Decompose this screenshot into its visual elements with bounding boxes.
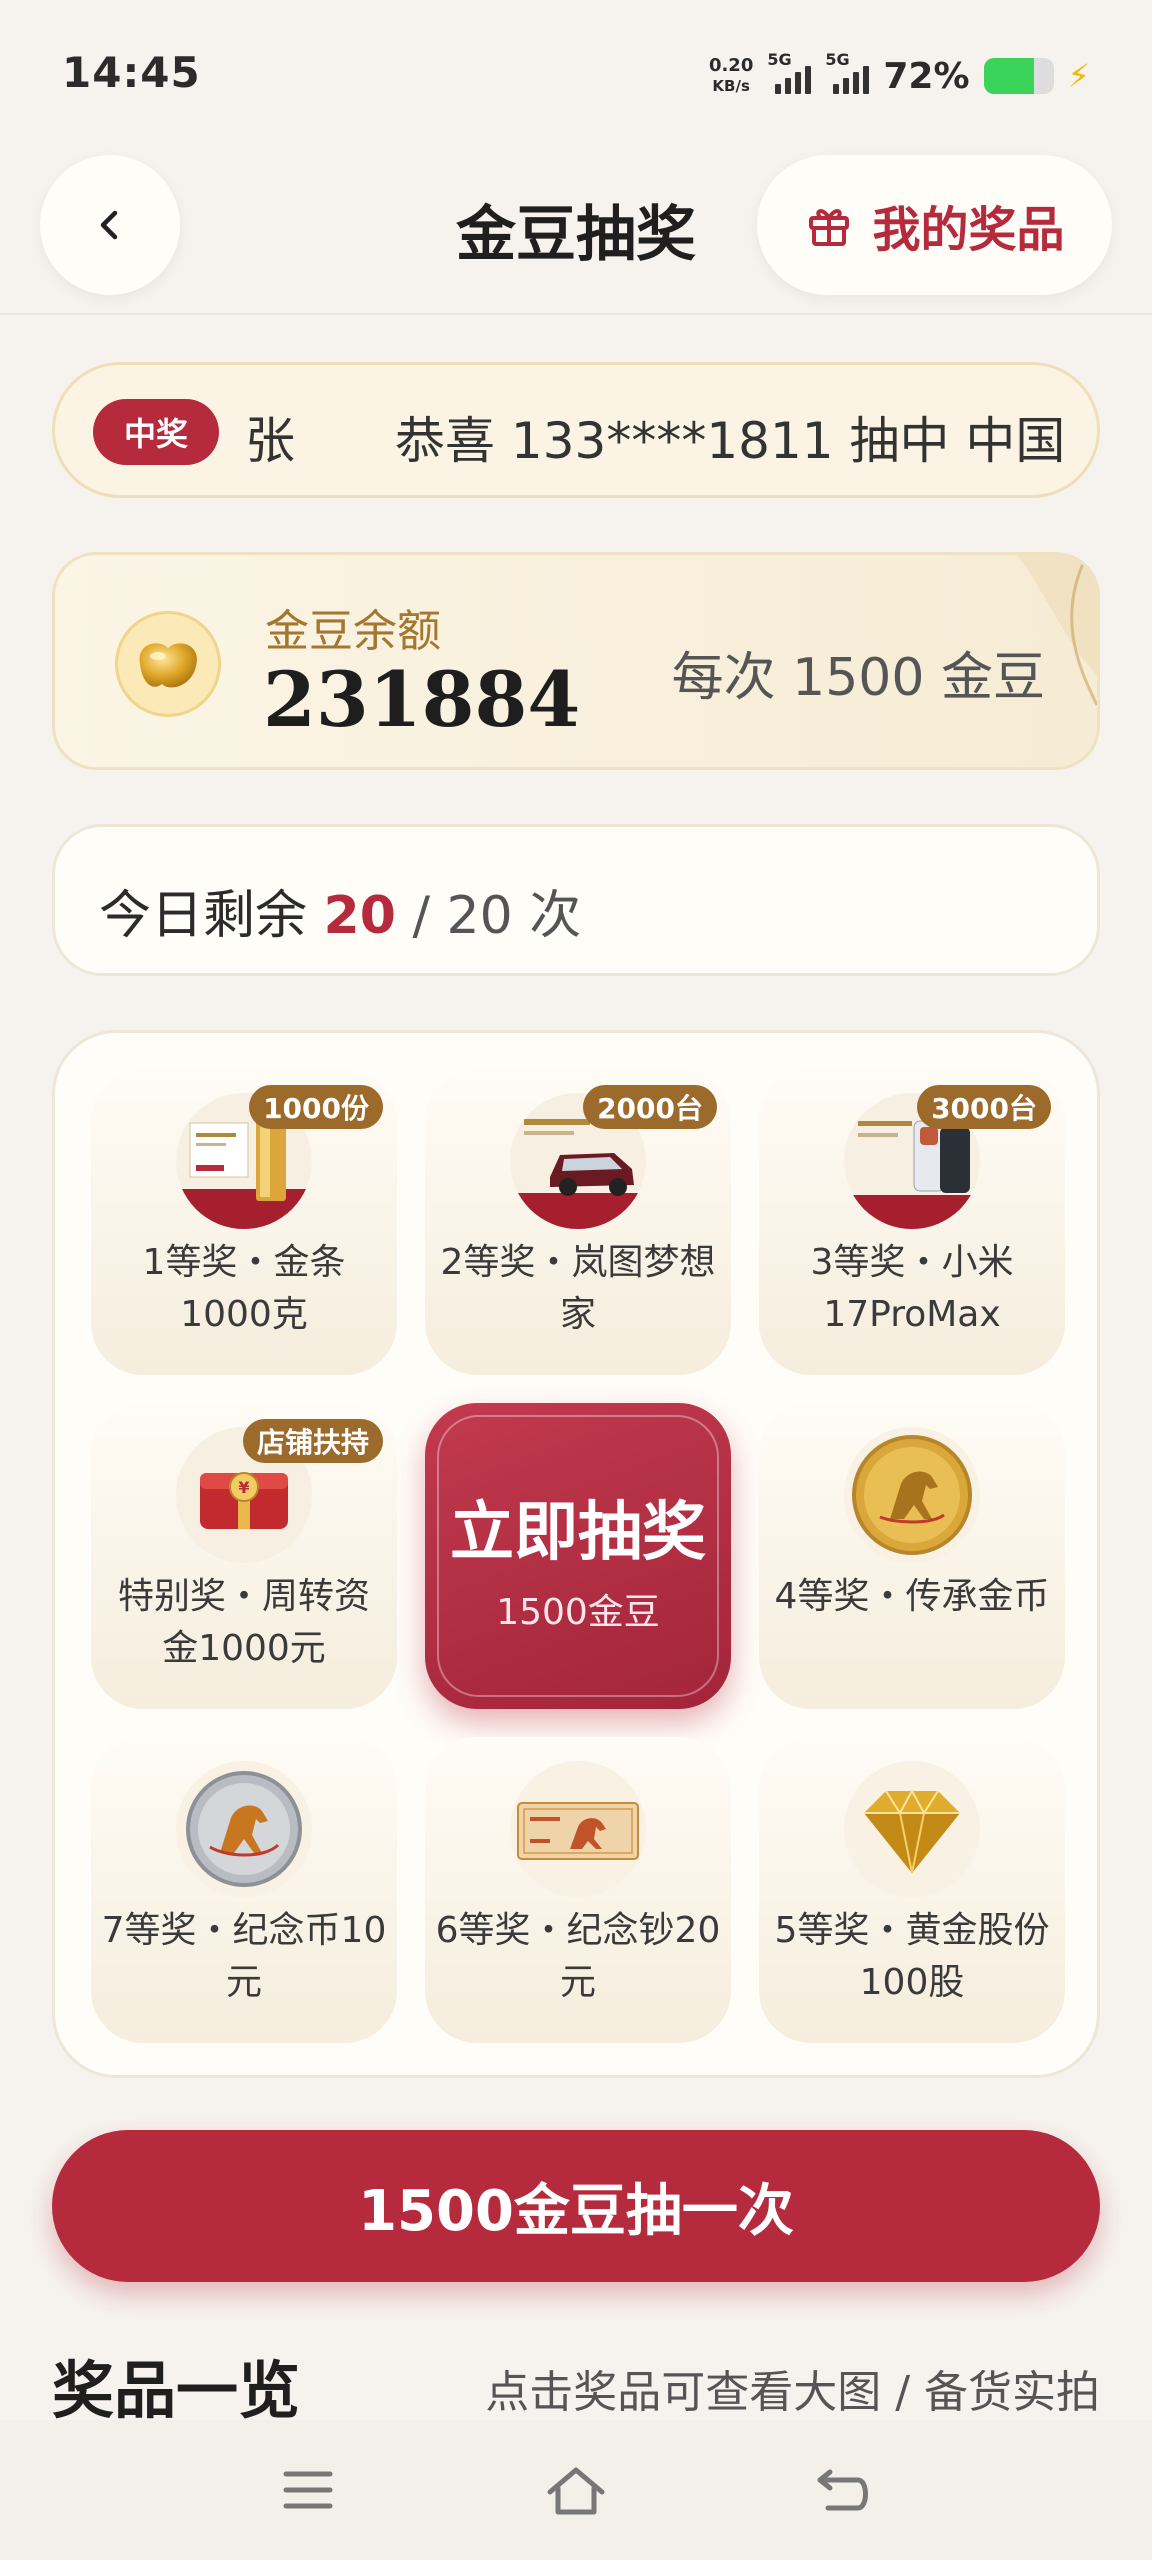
prize-label: 3等奖・小米17ProMax <box>810 1242 1014 1335</box>
prize-list-title: 奖品一览 <box>52 2354 301 2427</box>
prize-cell-phone[interactable]: 3000台 3等奖・小米17ProMax <box>759 1069 1065 1375</box>
prize-label: 2等奖・岚图梦想家 <box>440 1242 716 1335</box>
banknote-icon <box>510 1761 646 1897</box>
status-bar: 14:45 0.20 KB/s 5G 5G 72% ⚡ <box>0 0 1152 150</box>
balance-label: 金豆余额 <box>265 606 441 657</box>
winner-ticker: 中奖 张 恭喜 133****1811 抽中 中国 <box>52 362 1100 498</box>
status-time: 14:45 <box>62 48 201 97</box>
lottery-grid: 1000份 1等奖・金条1000克 2000台 2等奖・岚图梦想家 3000台 … <box>52 1030 1100 2078</box>
draw-now-cost: 1500金豆 <box>496 1592 660 1633</box>
prize-cell-car[interactable]: 2000台 2等奖・岚图梦想家 <box>425 1069 731 1375</box>
prize-label: 特别奖・周转资金1000元 <box>117 1576 370 1669</box>
remaining-total: 20 次 <box>446 886 582 946</box>
back-arrow-icon <box>817 2469 868 2511</box>
signal-icon: 5G <box>767 50 812 94</box>
balance-card: 金豆余额 231884 每次 1500 金豆 <box>52 552 1100 770</box>
home-icon <box>547 2467 605 2515</box>
back-nav-button[interactable] <box>808 2454 880 2526</box>
winner-badge: 中奖 <box>93 399 219 465</box>
signal-tag: 5G <box>825 50 850 69</box>
menu-nav-button[interactable] <box>272 2454 344 2526</box>
prize-list-hint: 点击奖品可查看大图 / 备货实拍 <box>485 2367 1100 2418</box>
draw-now-button[interactable]: 立即抽奖 1500金豆 <box>425 1403 731 1709</box>
menu-icon <box>283 2471 333 2509</box>
prize-label: 5等奖・黄金股份100股 <box>774 1910 1050 2003</box>
draw-once-label: 1500金豆抽一次 <box>358 2178 794 2244</box>
system-nav-bar <box>0 2420 1152 2560</box>
prize-label: 7等奖・纪念币10元 <box>101 1910 387 2003</box>
draw-once-button[interactable]: 1500金豆抽一次 <box>52 2130 1100 2282</box>
my-prizes-label: 我的奖品 <box>872 202 1065 258</box>
prize-quantity-tag: 1000份 <box>249 1085 383 1129</box>
ticker-message: 恭喜 133****1811 抽中 中国 <box>395 412 1066 470</box>
prize-cell-banknote[interactable]: 6等奖・纪念钞20元 <box>425 1737 731 2043</box>
battery-percent: 72% <box>883 55 970 97</box>
horse-silver-coin-icon <box>176 1761 312 1897</box>
gift-icon <box>809 209 850 246</box>
draw-now-title: 立即抽奖 <box>450 1495 706 1570</box>
prize-label: 4等奖・传承金币 <box>774 1576 1050 1617</box>
network-speed: 0.20 KB/s <box>709 56 753 96</box>
remaining-count: 20 <box>323 886 396 946</box>
horse-gold-coin-icon <box>844 1427 980 1563</box>
per-draw-cost: 每次 1500 金豆 <box>671 648 1045 708</box>
network-speed-unit: KB/s <box>712 77 750 95</box>
signal-tag: 5G <box>767 50 792 69</box>
prize-cell-gold-coin[interactable]: 4等奖・传承金币 <box>759 1403 1065 1709</box>
charging-icon: ⚡ <box>1067 57 1090 95</box>
prize-quantity-tag: 3000台 <box>917 1085 1051 1129</box>
prize-cell-silver-coin[interactable]: 7等奖・纪念币10元 <box>91 1737 397 2043</box>
status-indicators: 0.20 KB/s 5G 5G 72% ⚡ <box>709 50 1090 102</box>
prize-quantity-tag: 店铺扶持 <box>242 1419 383 1463</box>
remaining-draws: 今日剩余 20 / 20 次 <box>52 824 1100 976</box>
signal-icon: 5G <box>825 50 870 94</box>
remaining-prefix: 今日剩余 <box>99 886 308 946</box>
remaining-separator: / <box>412 886 430 946</box>
lottery-page: 14:45 0.20 KB/s 5G 5G 72% ⚡ 金豆抽奖 我的奖品 中奖… <box>0 0 1152 2560</box>
remaining-line: 今日剩余 20 / 20 次 <box>99 873 581 948</box>
header: 金豆抽奖 我的奖品 <box>0 150 1152 315</box>
ticker-name: 张 <box>245 412 295 470</box>
home-nav-button[interactable] <box>540 2454 612 2526</box>
prize-cell-gold-bar[interactable]: 1000份 1等奖・金条1000克 <box>91 1069 397 1375</box>
balance-value: 231884 <box>263 655 581 744</box>
gold-bean-icon <box>115 611 221 717</box>
prize-quantity-tag: 2000台 <box>583 1085 717 1129</box>
network-speed-value: 0.20 <box>708 55 754 76</box>
svg-text:¥: ¥ <box>238 1478 249 1497</box>
battery-icon <box>983 58 1054 94</box>
prize-cell-gold-shares[interactable]: 5等奖・黄金股份100股 <box>759 1737 1065 2043</box>
prize-label: 1等奖・金条1000克 <box>142 1242 346 1335</box>
diamond-icon <box>844 1761 980 1897</box>
prize-cell-special[interactable]: ¥ 店铺扶持 特别奖・周转资金1000元 <box>91 1403 397 1709</box>
my-prizes-button[interactable]: 我的奖品 <box>757 155 1112 295</box>
prize-label: 6等奖・纪念钞20元 <box>435 1910 721 2003</box>
